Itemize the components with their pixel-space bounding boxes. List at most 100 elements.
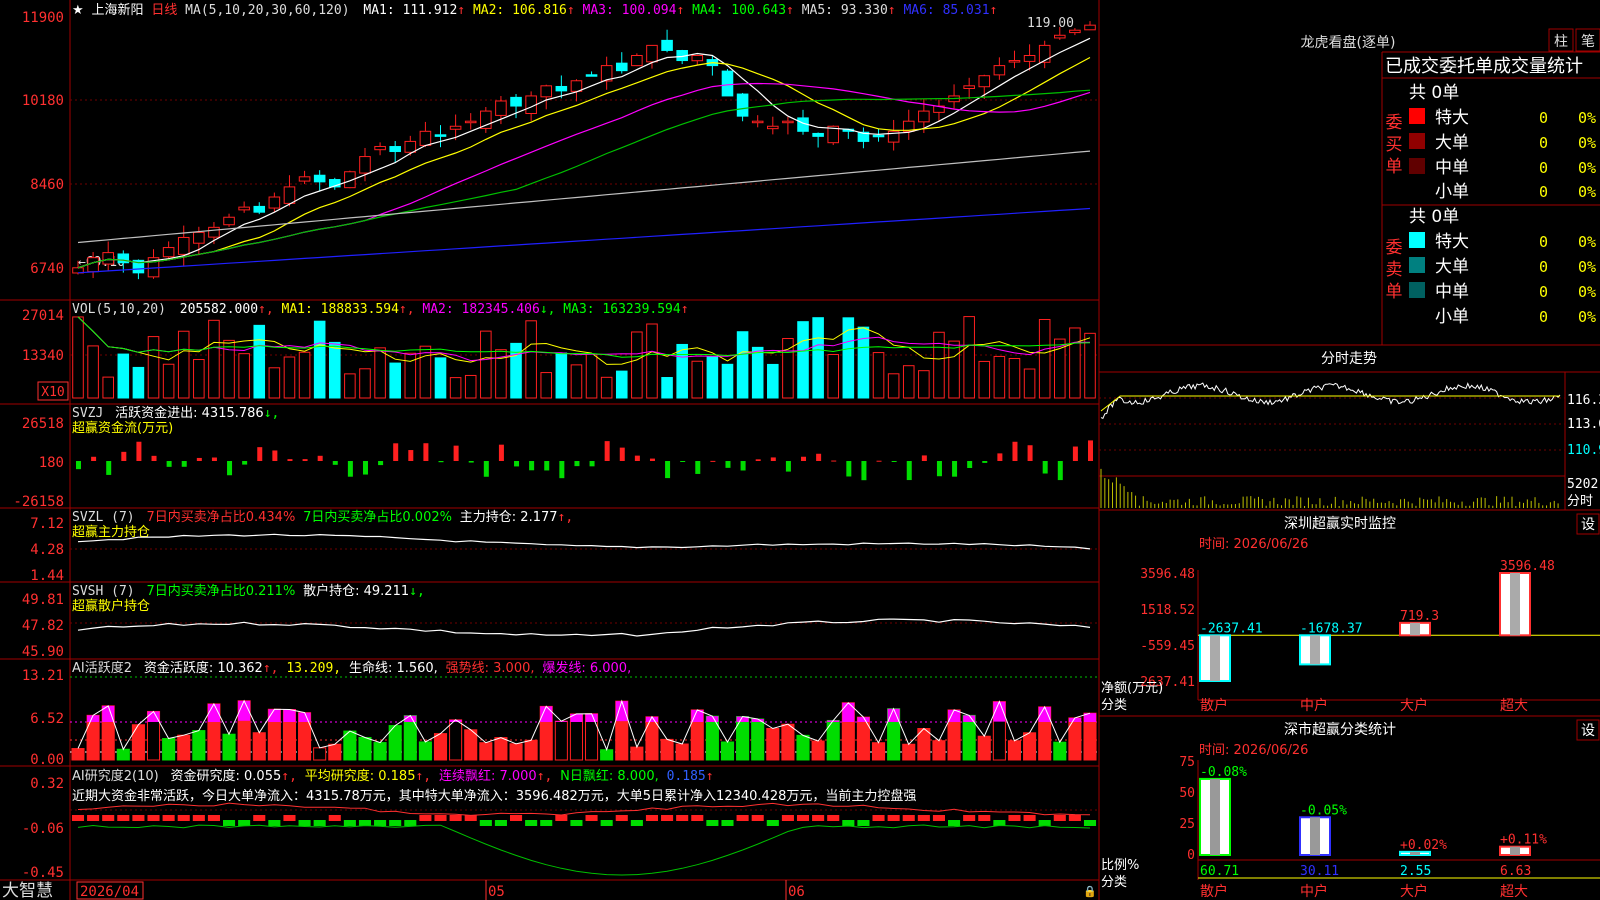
svzj-bar — [740, 461, 746, 471]
volume-bar — [706, 356, 719, 399]
svsh-name: SVSH (7) — [72, 584, 135, 599]
svzj-bar — [816, 453, 822, 461]
sz-monitor-category-label: 大户 — [1400, 697, 1428, 714]
candle-body — [782, 120, 794, 124]
ai-research-bar — [509, 815, 523, 821]
svzj-bar — [906, 461, 912, 481]
sz-class-value-label: 6.63 — [1500, 864, 1531, 879]
ai-research-bar — [766, 820, 779, 826]
ai-research-bar — [343, 820, 356, 826]
bar-mode-button[interactable]: 柱 — [1554, 34, 1568, 50]
svzj-bar — [649, 458, 655, 461]
ai-research-bar — [555, 815, 568, 821]
lock-icon[interactable]: 🔒 — [1083, 885, 1097, 898]
sell-row-count: 0 — [1539, 308, 1548, 326]
volume-bar — [87, 345, 99, 399]
volume-bar — [510, 342, 522, 399]
intraday-axis-2: 113.6 — [1567, 417, 1600, 432]
volume-bar — [480, 330, 492, 399]
ai-research-bar — [902, 815, 915, 821]
ai-research-bar — [223, 820, 236, 826]
ai-research-bar — [374, 820, 387, 826]
volume-bar — [253, 324, 266, 399]
ai-activity-bar — [222, 733, 236, 761]
svzj-bar — [453, 445, 459, 461]
sz-monitor-settings-button[interactable]: 设 — [1581, 517, 1595, 533]
ai-research-bar — [71, 815, 85, 821]
candle-body — [1023, 54, 1036, 62]
vol-name: VOL(5,10,20) — [72, 302, 166, 317]
candle-body — [661, 39, 673, 51]
favorite-star-icon[interactable]: ★ — [72, 3, 84, 18]
svsh-sub: 超赢散户持仓 — [72, 598, 150, 614]
ai-research-bar — [615, 815, 628, 821]
sz-class-value-label: 2.55 — [1400, 864, 1431, 879]
main-axis-label-1: 11900 — [22, 10, 64, 26]
sz-monitor-bar-shade — [1410, 622, 1420, 636]
candle-body — [268, 196, 281, 209]
szc-axis-1: 75 — [1179, 755, 1195, 770]
sz-class-category-label: 散户 — [1200, 883, 1228, 900]
volume-bar — [208, 319, 220, 399]
svzj-bar — [121, 451, 127, 461]
svzj-bar — [1012, 441, 1018, 461]
candle-body — [1069, 29, 1081, 34]
volume-bar — [555, 352, 568, 399]
ma3-value: MA3: 100.094 — [583, 3, 677, 18]
sz-class-settings-button[interactable]: 设 — [1581, 723, 1595, 739]
candle-body — [872, 134, 885, 138]
sz-class-category-label: 大户 — [1400, 883, 1428, 900]
volume-bar — [313, 320, 326, 399]
volume-bar — [1038, 318, 1051, 399]
svzj-bar — [287, 459, 293, 461]
buy-l-swatch — [1409, 133, 1425, 149]
ai-research-bar — [419, 815, 432, 821]
ai-activity-bar — [962, 714, 976, 761]
ai-activity-bar — [554, 720, 568, 761]
stock-chart-canvas[interactable]: 11900 10180 8460 6740 ★ 上海新阳 日线 MA(5,10,… — [0, 0, 1600, 900]
ai-research-bar — [781, 815, 794, 821]
volume-bar — [162, 363, 175, 399]
sell-row-label: 中单 — [1435, 282, 1469, 302]
ai-research-bar — [328, 815, 341, 821]
svzj-bar — [861, 461, 867, 481]
ai-research-bar — [540, 820, 553, 826]
ai1-axis-label-1: 13.21 — [22, 668, 64, 684]
volume-bar — [434, 357, 447, 399]
ai-research-bar — [253, 815, 266, 821]
svzj-bar — [483, 461, 489, 477]
sz-axis-1: 3596.48 — [1140, 567, 1195, 582]
pen-mode-button[interactable]: 笔 — [1581, 34, 1595, 50]
szc-ylabel: 比例% — [1101, 858, 1139, 873]
svzl-c: 主力持仓: 2.177 — [460, 510, 558, 525]
candle-body — [767, 125, 779, 130]
svzj-bar — [665, 461, 671, 479]
ai-research-bar — [117, 815, 130, 821]
ai-research-bar — [978, 815, 991, 821]
ai-research-bar — [887, 815, 900, 821]
ai-activity-bar — [313, 747, 327, 761]
candle-body — [193, 231, 205, 244]
sell-row-label: 特大 — [1435, 232, 1469, 252]
sell-side-label-3: 单 — [1386, 282, 1403, 302]
buy-row-count: 0 — [1539, 109, 1548, 127]
vol-ma2: MA2: 182345.406 — [422, 302, 539, 317]
svzj-bar — [393, 443, 399, 461]
buy-m-swatch — [1409, 158, 1425, 174]
svzj-bar — [770, 457, 776, 461]
ai-research-bar — [570, 820, 583, 826]
buy-row-label: 大单 — [1435, 133, 1469, 153]
buy-row-pct: 0% — [1578, 159, 1596, 177]
intraday-axis-3: 110.9 — [1567, 443, 1600, 458]
period-label[interactable]: 日线 — [151, 3, 177, 18]
candle-body — [540, 85, 553, 98]
svzj-bar — [574, 461, 580, 467]
ai-activity-bar — [86, 714, 100, 761]
candle-body — [1038, 44, 1051, 63]
ai-research-bar — [721, 820, 734, 826]
volume-bar — [827, 354, 840, 399]
ai-research-bar — [238, 820, 251, 826]
candle-body — [555, 85, 568, 92]
candle-body — [918, 110, 930, 123]
vol-ma3: MA3: 163239.594 — [563, 302, 681, 317]
